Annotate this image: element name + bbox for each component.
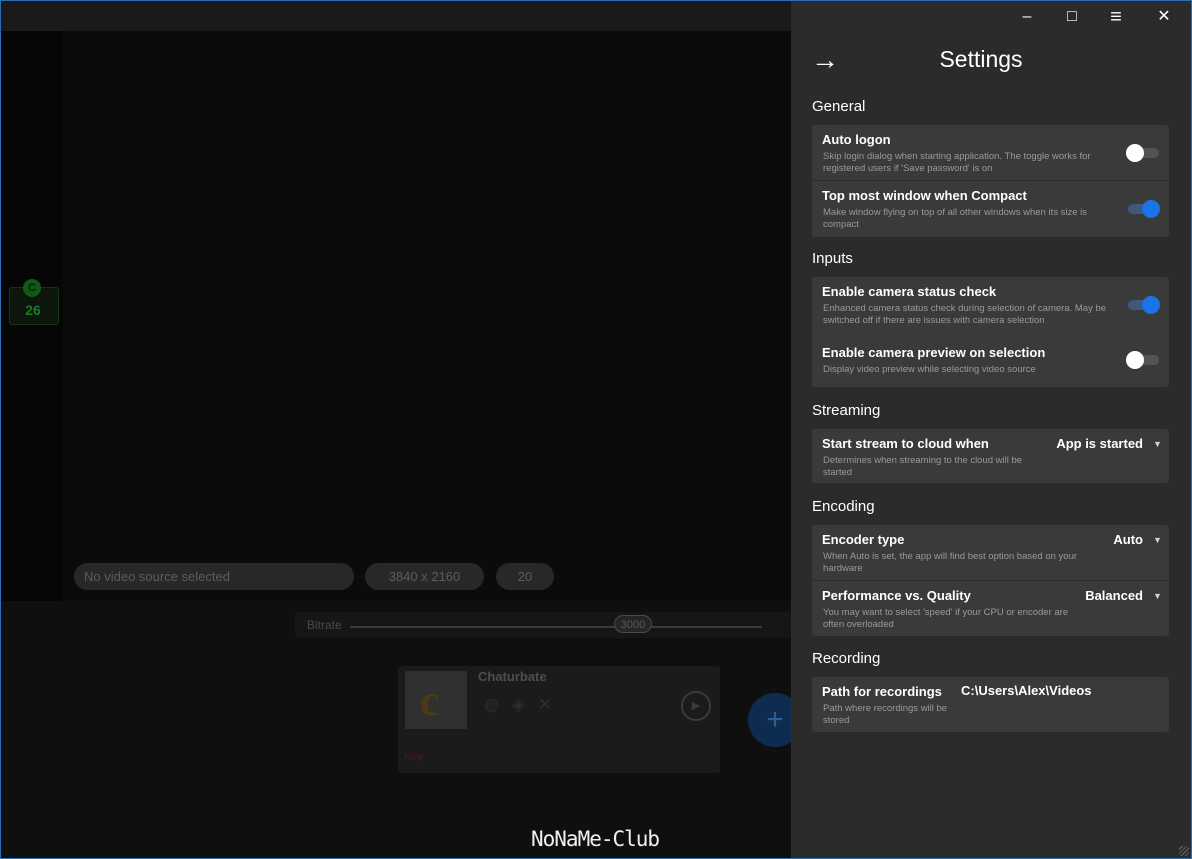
section-encoding-title: Encoding [812,498,875,515]
chaturbate-logo-icon: c [420,676,440,725]
camera-check-desc: Enhanced camera status check during sele… [823,303,1107,326]
page-title: Settings [939,46,1023,72]
section-recording-title: Recording [812,650,881,667]
perf-quality-dropdown[interactable]: Balanced [1085,588,1143,603]
resolution-select[interactable]: 3840 x 2160 [365,563,484,590]
section-inputs-title: Inputs [812,250,853,267]
chevron-down-icon[interactable]: ▼ [1153,439,1162,449]
close-icon[interactable]: ✕ [1141,5,1187,29]
fps-select[interactable]: 20 [496,563,554,590]
video-preview [63,31,791,601]
encoder-type-dropdown[interactable]: Auto [1113,532,1143,547]
chevron-down-icon[interactable]: ▼ [1153,535,1162,545]
watermark: NoNaMe-Club [531,827,660,851]
divider [812,580,1169,581]
section-general-title: General [812,98,866,115]
bitrate-bar [295,612,791,638]
recording-path-input[interactable]: C:\Users\Alex\Videos [961,683,1092,698]
camera-check-title: Enable camera status check [822,284,997,299]
main-title-bar [1,1,791,31]
destination-name: Chaturbate [478,669,547,684]
top-most-desc: Make window flying on top of all other w… [823,207,1088,230]
camera-check-toggle[interactable] [1128,296,1160,314]
maximize-icon[interactable]: □ [1049,5,1095,29]
encoder-type-desc: When Auto is set, the app will find best… [823,551,1078,574]
toggle-knob [1126,144,1144,162]
bitrate-slider-track[interactable] [350,626,762,628]
destination-actions: ◍◈✕ [484,695,565,715]
chevron-down-icon[interactable]: ▼ [1153,591,1162,601]
perf-quality-title: Performance vs. Quality [822,588,971,603]
toggle-knob [1142,200,1160,218]
menu-icon[interactable]: ≡ [1093,5,1139,29]
video-source-select[interactable]: No video source selected [74,563,354,590]
start-stream-title: Start stream to cloud when [822,436,989,451]
divider [812,180,1169,181]
remove-icon[interactable]: ✕ [538,695,565,714]
camera-preview-desc: Display video preview while selecting vi… [823,364,1036,375]
auto-logon-desc: Skip login dialog when starting applicat… [823,151,1091,174]
perf-quality-desc: You may want to select 'speed' if your C… [823,607,1069,630]
encoder-type-title: Encoder type [822,532,905,547]
globe-icon[interactable]: ◍ [484,695,512,714]
toggle-knob [1142,296,1160,314]
camera-preview-title: Enable camera preview on selection [822,345,1046,360]
hide-icon[interactable]: ◈ [512,695,538,714]
start-stream-dropdown[interactable]: App is started [1056,436,1143,451]
resize-grip-icon[interactable] [1179,846,1189,856]
destination-key-label: Key [404,751,423,763]
play-icon[interactable]: ▶ [681,691,711,721]
section-streaming-title: Streaming [812,402,881,419]
app-window: C 26 No video source selected 3840 x 216… [0,0,1192,859]
auto-logon-title: Auto logon [822,132,891,147]
auto-logon-toggle[interactable] [1126,144,1159,162]
top-most-toggle[interactable] [1128,200,1160,218]
toggle-knob [1126,351,1144,369]
top-most-title: Top most window when Compact [822,188,1027,203]
minimize-icon[interactable]: – [1004,5,1050,29]
bitrate-slider-thumb[interactable]: 3000 [614,615,652,633]
coin-icon: C [23,279,41,297]
camera-preview-toggle[interactable] [1126,351,1159,369]
bitrate-label: Bitrate [307,618,342,632]
start-stream-desc: Determines when streaming to the cloud w… [823,455,1023,478]
recording-path-title: Path for recordings [822,684,942,699]
viewer-count: 26 [25,302,41,318]
recording-path-desc: Path where recordings will be stored [823,703,948,726]
